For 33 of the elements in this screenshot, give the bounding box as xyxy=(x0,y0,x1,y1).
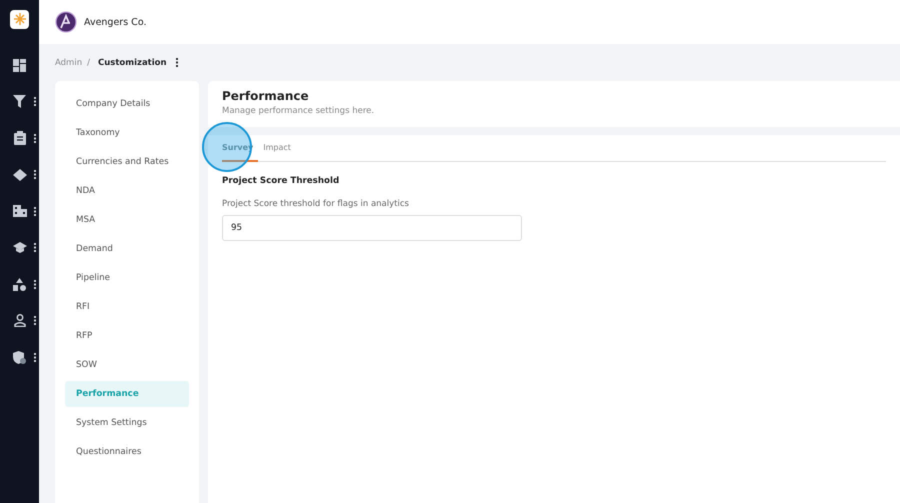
graduation-cap-icon[interactable] xyxy=(12,242,26,254)
clipboard-icon[interactable] xyxy=(14,131,26,146)
company-logo-icon xyxy=(55,11,77,33)
building-icon[interactable] xyxy=(12,205,26,218)
app-logo-icon[interactable] xyxy=(10,10,29,28)
company-name: Avengers Co. xyxy=(84,16,146,28)
section-title: Project Score Threshold xyxy=(222,176,340,186)
settings-menu-item[interactable]: Currencies and Rates xyxy=(65,149,189,175)
shield-icon[interactable] xyxy=(13,350,26,364)
settings-menu-item[interactable]: System Settings xyxy=(65,410,189,436)
tag-icon[interactable] xyxy=(12,168,26,181)
shapes-icon[interactable] xyxy=(13,278,26,291)
settings-menu-item[interactable]: Taxonomy xyxy=(65,120,189,146)
page-title: Performance xyxy=(222,89,310,103)
settings-menu-item[interactable]: SOW xyxy=(65,352,189,378)
breadcrumb-current: Customization xyxy=(98,58,167,68)
settings-menu-item[interactable]: Demand xyxy=(65,236,189,262)
settings-menu-item[interactable]: Questionnaires xyxy=(65,439,189,465)
settings-menu-item[interactable]: Company Details xyxy=(65,91,189,117)
dashboard-icon[interactable] xyxy=(13,58,26,72)
more-icon[interactable] xyxy=(176,58,178,67)
tab[interactable]: Impact xyxy=(258,135,296,162)
person-icon[interactable] xyxy=(14,314,26,328)
filter-icon[interactable] xyxy=(13,95,26,108)
settings-menu-item[interactable]: RFI xyxy=(65,294,189,320)
settings-menu-item[interactable]: Pipeline xyxy=(65,265,189,291)
settings-menu-item[interactable]: NDA xyxy=(65,178,189,204)
breadcrumb-separator: / xyxy=(87,58,90,68)
field-label: Project Score threshold for flags in analytics xyxy=(222,199,410,209)
settings-menu-item[interactable]: RFP xyxy=(65,323,189,349)
settings-menu-item[interactable]: MSA xyxy=(65,207,189,233)
page-subtitle: Manage performance settings here. xyxy=(222,106,376,116)
input-field[interactable]: 95 xyxy=(222,215,522,241)
